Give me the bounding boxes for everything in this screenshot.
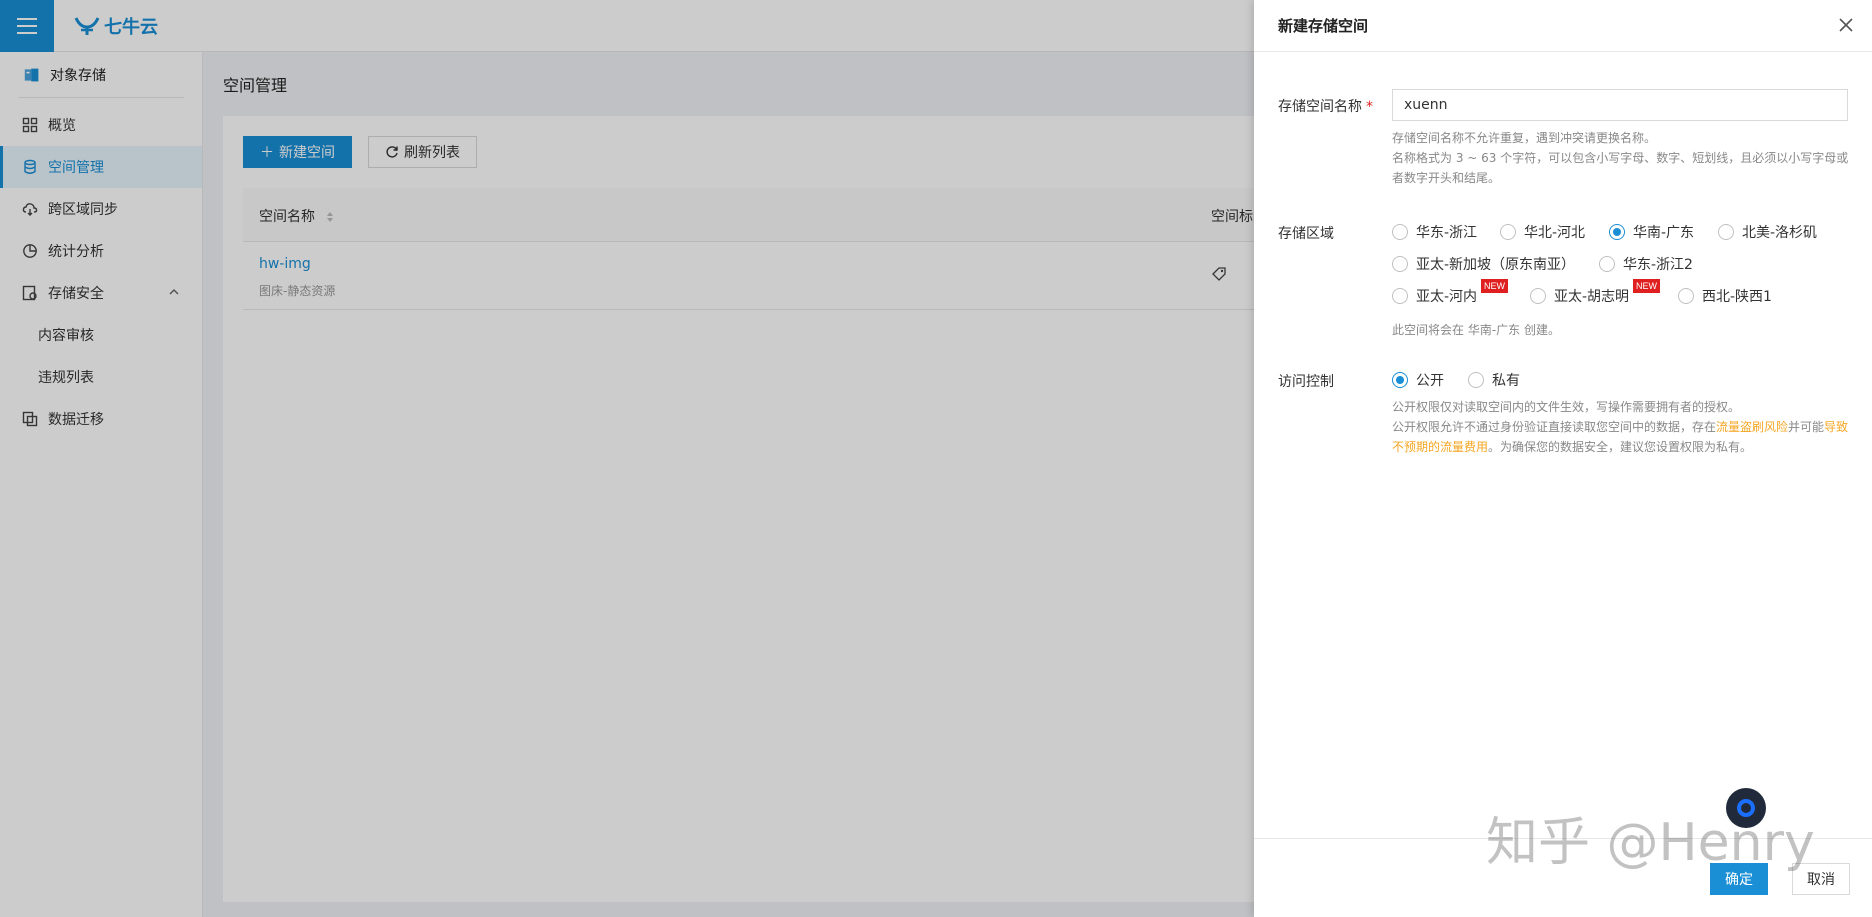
radio-dot [1392,288,1408,304]
radio-dot [1678,288,1694,304]
access-hint-1: 公开权限仅对读取空间内的文件生效，写操作需要拥有者的授权。 [1392,400,1741,414]
bucket-name-input[interactable]: xuenn [1392,89,1848,121]
radio-dot [1718,224,1734,240]
radio-dot [1530,288,1546,304]
radio-dot [1392,224,1408,240]
region-label: 存储区域 [1278,226,1334,242]
bucket-name-label: 存储空间名称 * [1278,99,1373,115]
required-mark: * [1366,99,1373,115]
region-radio-ap-hanoi[interactable]: 亚太-河内 [1392,286,1477,306]
region-radio-east-zhejiang[interactable]: 华东-浙江 [1392,222,1477,242]
region-radio-south-guangdong[interactable]: 华南-广东 [1609,222,1694,242]
new-badge: NEW [1481,279,1508,293]
new-badge: NEW [1633,279,1660,293]
close-icon[interactable] [1838,17,1854,33]
region-radio-ap-ho-chi-minh[interactable]: 亚太-胡志明 [1530,286,1629,306]
bucket-name-hint-1: 存储空间名称不允许重复，遇到冲突请更换名称。 [1392,131,1657,145]
access-radio-private[interactable]: 私有 [1468,370,1520,390]
radio-dot [1392,372,1408,388]
region-radio-ap-singapore[interactable]: 亚太-新加坡（原东南亚） [1392,254,1575,274]
watermark: 知乎 @Henry [1486,813,1815,873]
access-hint-2: 公开权限允许不通过身份验证直接读取您空间中的数据，存在流量盗刷风险并可能导致不预… [1392,420,1849,454]
drawer-header: 新建存储空间 [1254,0,1872,52]
bucket-name-hint-2: 名称格式为 3 ~ 63 个字符，可以包含小写字母、数字、短划线，且必须以小写字… [1392,151,1849,185]
radio-dot [1609,224,1625,240]
region-radio-east-zhejiang2[interactable]: 华东-浙江2 [1599,254,1693,274]
region-hint: 此空间将会在 华南-广东 创建。 [1392,323,1560,337]
access-control-label: 访问控制 [1278,374,1334,390]
create-bucket-drawer: 新建存储空间 存储空间名称 * xuenn 存储空间名称不允许重复，遇到冲突请更换… [1254,0,1872,917]
region-radio-nw-shaanxi1[interactable]: 西北-陕西1 [1678,286,1772,306]
region-radio-north-hebei[interactable]: 华北-河北 [1500,222,1585,242]
region-radio-na-los-angeles[interactable]: 北美-洛杉矶 [1718,222,1817,242]
radio-dot [1392,256,1408,272]
radio-dot [1468,372,1484,388]
drawer-title: 新建存储空间 [1278,17,1369,35]
radio-dot [1599,256,1615,272]
traffic-theft-risk-link[interactable]: 流量盗刷风险 [1716,420,1788,434]
radio-dot [1500,224,1516,240]
access-radio-public[interactable]: 公开 [1392,370,1444,390]
